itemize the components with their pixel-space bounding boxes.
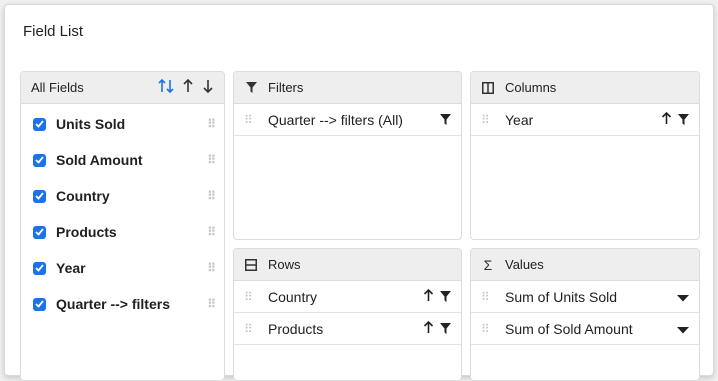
field-label: Products bbox=[56, 224, 117, 240]
field-item-quarter[interactable]: Quarter --> filters ⠿ bbox=[21, 286, 224, 322]
arrow-up-icon[interactable] bbox=[423, 288, 434, 305]
drag-handle-icon[interactable]: ⠿ bbox=[481, 322, 495, 336]
values-header: Σ Values bbox=[471, 249, 699, 281]
filter-icon[interactable] bbox=[440, 289, 451, 305]
rows-icon bbox=[244, 258, 258, 271]
drag-handle-icon[interactable]: ⠿ bbox=[207, 189, 216, 203]
arrow-up-icon[interactable] bbox=[423, 320, 434, 337]
row-pill-products[interactable]: ⠿ Products bbox=[234, 313, 461, 345]
caret-down-icon[interactable] bbox=[677, 321, 689, 337]
filters-panel: Filters ⠿ Quarter --> filters (All) bbox=[233, 71, 462, 240]
drag-handle-icon[interactable]: ⠿ bbox=[244, 113, 258, 127]
columns-icon bbox=[481, 81, 495, 94]
field-label: Quarter --> filters bbox=[56, 296, 170, 312]
column-pill[interactable]: ⠿ Year bbox=[471, 104, 699, 136]
filter-icon[interactable] bbox=[678, 112, 689, 128]
sort-controls bbox=[158, 78, 214, 96]
filter-pill[interactable]: ⠿ Quarter --> filters (All) bbox=[234, 104, 461, 136]
all-fields-list: Units Sold ⠿ Sold Amount ⠿ Country ⠿ Pro… bbox=[21, 104, 224, 322]
field-label: Sold Amount bbox=[56, 152, 143, 168]
all-fields-panel: All Fields Units Sold ⠿ Sold Amount ⠿ Co… bbox=[20, 71, 225, 381]
filters-header: Filters bbox=[234, 72, 461, 104]
values-panel: Σ Values ⠿ Sum of Units Sold ⠿ Sum of So… bbox=[470, 248, 700, 381]
rows-header: Rows bbox=[234, 249, 461, 281]
column-pill-label: Year bbox=[505, 111, 534, 128]
drag-handle-icon[interactable]: ⠿ bbox=[244, 322, 258, 336]
row-pill-country[interactable]: ⠿ Country bbox=[234, 281, 461, 313]
value-pill-units-sold[interactable]: ⠿ Sum of Units Sold bbox=[471, 281, 699, 313]
field-item-products[interactable]: Products ⠿ bbox=[21, 214, 224, 250]
arrow-down-icon[interactable] bbox=[202, 79, 214, 96]
checkbox-checked-icon[interactable] bbox=[33, 153, 46, 167]
all-fields-header: All Fields bbox=[21, 72, 224, 104]
columns-header: Columns bbox=[471, 72, 699, 104]
field-item-country[interactable]: Country ⠿ bbox=[21, 178, 224, 214]
drag-handle-icon[interactable]: ⠿ bbox=[207, 261, 216, 275]
all-fields-title: All Fields bbox=[31, 80, 84, 95]
checkbox-checked-icon[interactable] bbox=[33, 117, 46, 131]
filter-icon[interactable] bbox=[440, 112, 451, 128]
columns-panel: Columns ⠿ Year bbox=[470, 71, 700, 240]
row-pill-label: Products bbox=[268, 320, 324, 337]
checkbox-checked-icon[interactable] bbox=[33, 297, 46, 311]
filter-icon bbox=[244, 82, 258, 93]
row-pill-label: Country bbox=[268, 288, 318, 305]
field-label: Country bbox=[56, 188, 110, 204]
sigma-icon: Σ bbox=[483, 256, 493, 273]
filter-icon[interactable] bbox=[440, 321, 451, 337]
caret-down-icon[interactable] bbox=[677, 289, 689, 305]
rows-title: Rows bbox=[268, 257, 301, 272]
drag-handle-icon[interactable]: ⠿ bbox=[244, 290, 258, 304]
field-label: Units Sold bbox=[56, 116, 126, 132]
drag-handle-icon[interactable]: ⠿ bbox=[481, 113, 495, 127]
rows-panel: Rows ⠿ Country ⠿ Products bbox=[233, 248, 462, 381]
field-item-year[interactable]: Year ⠿ bbox=[21, 250, 224, 286]
sort-toggle-icon[interactable] bbox=[158, 78, 174, 96]
arrow-up-icon[interactable] bbox=[182, 78, 194, 96]
drag-handle-icon[interactable]: ⠿ bbox=[207, 117, 216, 131]
value-pill-label: Sum of Units Sold bbox=[505, 288, 618, 305]
filter-pill-label: Quarter --> filters (All) bbox=[268, 111, 403, 128]
field-list-dialog: Field List All Fields Units Sold ⠿ Sold … bbox=[4, 4, 714, 381]
arrow-up-icon[interactable] bbox=[661, 111, 672, 128]
columns-title: Columns bbox=[505, 80, 557, 95]
dialog-title: Field List bbox=[23, 23, 84, 40]
values-title: Values bbox=[505, 257, 544, 272]
drag-handle-icon[interactable]: ⠿ bbox=[207, 297, 216, 311]
checkbox-checked-icon[interactable] bbox=[33, 225, 46, 239]
drag-handle-icon[interactable]: ⠿ bbox=[207, 153, 216, 167]
drag-handle-icon[interactable]: ⠿ bbox=[481, 290, 495, 304]
field-item-units-sold[interactable]: Units Sold ⠿ bbox=[21, 106, 224, 142]
filters-title: Filters bbox=[268, 80, 304, 95]
field-item-sold-amount[interactable]: Sold Amount ⠿ bbox=[21, 142, 224, 178]
checkbox-checked-icon[interactable] bbox=[33, 261, 46, 275]
field-label: Year bbox=[56, 260, 86, 276]
value-pill-label: Sum of Sold Amount bbox=[505, 320, 633, 337]
value-pill-sold-amount[interactable]: ⠿ Sum of Sold Amount bbox=[471, 313, 699, 345]
drag-handle-icon[interactable]: ⠿ bbox=[207, 225, 216, 239]
checkbox-checked-icon[interactable] bbox=[33, 189, 46, 203]
